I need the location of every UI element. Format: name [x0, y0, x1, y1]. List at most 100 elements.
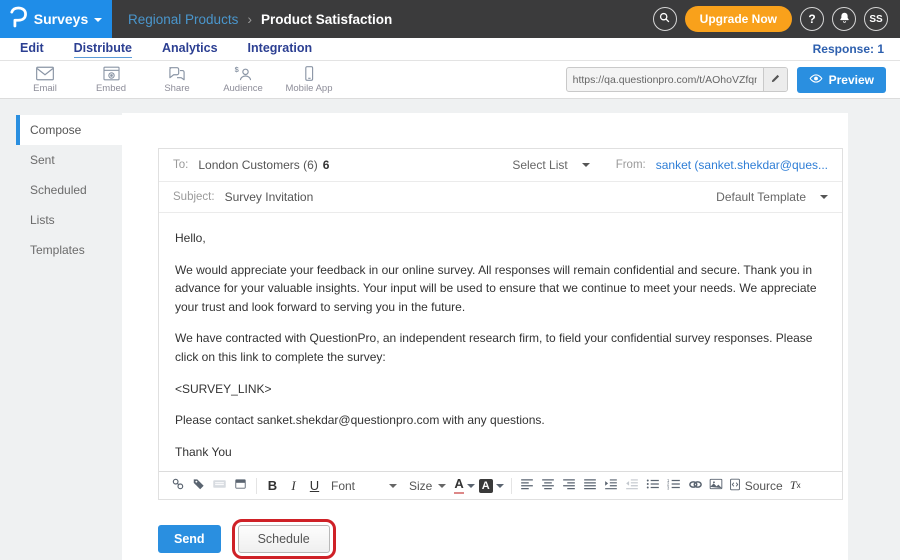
tab-analytics[interactable]: Analytics: [162, 41, 218, 58]
schedule-button[interactable]: Schedule: [238, 525, 330, 553]
preview-button[interactable]: Preview: [797, 67, 886, 93]
sidebar-item-scheduled[interactable]: Scheduled: [16, 175, 122, 205]
tab-integration[interactable]: Integration: [248, 41, 313, 58]
subject-input[interactable]: Survey Invitation: [225, 190, 314, 204]
increase-indent-button[interactable]: [601, 475, 622, 497]
chevron-down-icon: [467, 484, 475, 488]
svg-text:3: 3: [667, 486, 670, 490]
breadcrumb-survey-name: Product Satisfaction: [261, 12, 392, 27]
sidebar-item-sent[interactable]: Sent: [16, 145, 122, 175]
questionpro-logo-icon: [10, 6, 28, 33]
decrease-indent-button[interactable]: [622, 475, 643, 497]
to-label: To:: [173, 159, 188, 171]
tab-distribute[interactable]: Distribute: [74, 41, 132, 58]
sidebar-item-templates[interactable]: Templates: [16, 235, 122, 265]
justify-button[interactable]: [580, 475, 601, 497]
channel-email[interactable]: Email: [12, 65, 78, 94]
bulleted-list-button[interactable]: [643, 475, 664, 497]
survey-url-box: [566, 67, 788, 92]
recipient-count: 6: [323, 158, 330, 172]
svg-text:$: $: [235, 65, 240, 74]
tag-merge-field-button[interactable]: [188, 475, 209, 497]
channel-mobile-app[interactable]: Mobile App: [276, 65, 342, 94]
text-color-button[interactable]: A: [452, 475, 476, 497]
keyboard-icon: [212, 478, 227, 493]
surveys-product-menu[interactable]: Surveys: [0, 0, 112, 38]
send-button[interactable]: Send: [158, 525, 221, 553]
from-sender[interactable]: sanket (sanket.shekdar@ques...: [656, 158, 828, 172]
chevron-down-icon: [94, 18, 102, 22]
notifications-button[interactable]: [832, 7, 856, 31]
insert-link-button[interactable]: [685, 475, 706, 497]
channel-audience[interactable]: $ Audience: [210, 65, 276, 94]
align-center-icon: [541, 478, 555, 493]
email-compose-box: To: London Customers (6) 6 Select List F…: [158, 148, 843, 500]
to-row: To: London Customers (6) 6 Select List F…: [159, 149, 842, 182]
to-recipient-list[interactable]: London Customers (6): [198, 158, 317, 172]
text-color-icon: A: [454, 477, 463, 493]
channel-share[interactable]: Share: [144, 65, 210, 94]
body-paragraph: Thank You: [175, 443, 826, 462]
body-paragraph: Hello,: [175, 229, 826, 248]
compose-panel: To: London Customers (6) 6 Select List F…: [122, 113, 848, 560]
channel-embed[interactable]: Embed: [78, 65, 144, 94]
sidebar-item-compose[interactable]: Compose: [16, 115, 122, 145]
eye-icon: [809, 73, 823, 87]
source-button[interactable]: Source: [727, 475, 785, 497]
template-dropdown[interactable]: Default Template: [716, 190, 828, 204]
chevron-down-icon: [438, 484, 446, 488]
mobile-app-icon: [301, 65, 317, 82]
response-count[interactable]: Response: 1: [813, 42, 884, 56]
source-document-icon: [729, 478, 741, 494]
breadcrumb-separator: ›: [247, 11, 252, 27]
tab-edit[interactable]: Edit: [20, 41, 44, 58]
email-body-editor[interactable]: Hello, We would appreciate your feedback…: [159, 213, 842, 471]
top-header: Surveys Regional Products › Product Sati…: [0, 0, 900, 38]
insert-survey-link-button[interactable]: [167, 475, 188, 497]
survey-tab-bar: Edit Distribute Analytics Integration Re…: [0, 38, 900, 61]
pencil-icon: [770, 72, 781, 87]
align-left-button[interactable]: [517, 475, 538, 497]
remove-format-button[interactable]: Tx: [785, 475, 806, 497]
font-family-dropdown[interactable]: Font: [325, 479, 403, 493]
bell-icon: [838, 11, 851, 27]
email-sidebar: Compose Sent Scheduled Lists Templates: [16, 115, 122, 265]
sidebar-item-lists[interactable]: Lists: [16, 205, 122, 235]
audience-icon: $: [233, 65, 253, 82]
font-size-dropdown[interactable]: Size: [403, 479, 452, 493]
search-button[interactable]: [653, 7, 677, 31]
breadcrumb-folder[interactable]: Regional Products: [128, 12, 238, 27]
insert-image-button[interactable]: [706, 475, 727, 497]
numbered-list-button[interactable]: 123: [664, 475, 685, 497]
background-color-button[interactable]: A: [477, 475, 506, 497]
keyboard-shortcut-button[interactable]: [209, 475, 230, 497]
toolbar-divider: [256, 478, 257, 494]
align-center-button[interactable]: [538, 475, 559, 497]
decrease-indent-icon: [625, 478, 639, 493]
insert-button-widget[interactable]: [230, 475, 251, 497]
email-icon: [35, 65, 55, 82]
bold-button[interactable]: B: [262, 475, 283, 497]
schedule-highlight-annotation: Schedule: [232, 519, 336, 559]
questionpro-app: Surveys Regional Products › Product Sati…: [0, 0, 900, 99]
survey-url-input[interactable]: [567, 68, 763, 91]
background-color-icon: A: [479, 479, 493, 493]
avatar-initials: SS: [869, 14, 882, 25]
chevron-down-icon: [389, 484, 397, 488]
survey-link-group: Preview: [566, 67, 886, 93]
edit-url-button[interactable]: [763, 68, 787, 91]
chain-link-icon: [171, 477, 185, 494]
underline-button[interactable]: U: [304, 475, 325, 497]
help-button[interactable]: ?: [800, 7, 824, 31]
increase-indent-icon: [604, 478, 618, 493]
share-icon: [167, 65, 187, 82]
body-paragraph: We would appreciate your feedback in our…: [175, 261, 826, 317]
subject-label: Subject:: [173, 191, 215, 203]
toolbar-divider: [511, 478, 512, 494]
chevron-down-icon: [820, 195, 828, 199]
upgrade-now-button[interactable]: Upgrade Now: [685, 6, 792, 32]
user-avatar[interactable]: SS: [864, 7, 888, 31]
italic-button[interactable]: I: [283, 475, 304, 497]
align-right-button[interactable]: [559, 475, 580, 497]
select-list-dropdown[interactable]: Select List: [512, 158, 589, 172]
